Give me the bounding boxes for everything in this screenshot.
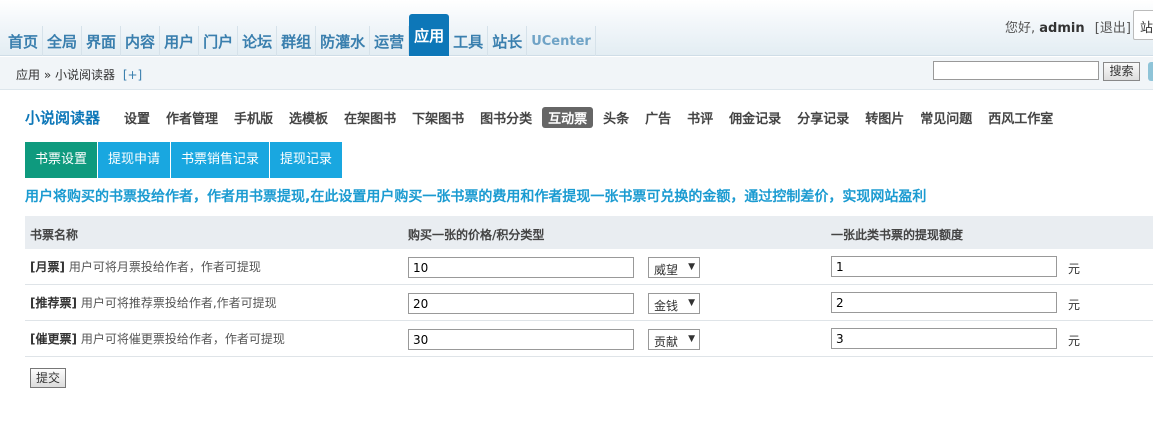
price-input[interactable]	[408, 329, 634, 350]
nav-item[interactable]: 门户	[199, 26, 239, 56]
ticket-title: [月票]	[30, 260, 65, 274]
currency-unit: 元	[1068, 262, 1081, 276]
breadcrumb-path[interactable]: 应用 » 小说阅读器	[16, 68, 115, 82]
plugin-menu-item[interactable]: 转图片	[859, 107, 910, 128]
plugin-menu-item[interactable]: 在架图书	[338, 107, 402, 128]
search-input[interactable]	[933, 61, 1099, 80]
greeting-text: 您好,	[1005, 21, 1036, 36]
credit-type-value: 贡献	[654, 335, 679, 349]
nav-item[interactable]: 防灌水	[316, 26, 371, 56]
table-header: 书票名称 购买一张的价格/积分类型 一张此类书票的提现额度	[25, 216, 1153, 249]
username: admin	[1039, 21, 1085, 36]
credit-type-value: 金钱	[654, 299, 679, 313]
add-shortcut-link[interactable]: [+]	[123, 68, 142, 82]
nav-item[interactable]: 用户	[160, 26, 200, 56]
plugin-menu-item[interactable]: 设置	[124, 107, 156, 128]
credit-type-select[interactable]: 威望 ▼	[648, 257, 700, 278]
dropdown-arrow-icon: ▼	[688, 298, 695, 308]
header-ticket-name: 书票名称	[30, 228, 79, 242]
withdraw-amount-input[interactable]	[831, 328, 1057, 349]
ticket-name: [催更票] 用户可将催更票投给作者，作者可提现	[30, 330, 285, 347]
price-input[interactable]	[408, 293, 634, 314]
credit-type-select[interactable]: 贡献 ▼	[648, 329, 700, 350]
nav-item[interactable]: 群组	[277, 26, 317, 56]
dropdown-arrow-icon: ▼	[688, 334, 695, 344]
plugin-menu-item[interactable]: 常见问题	[914, 107, 978, 128]
sub-tabs: 书票设置 提现申请 书票销售记录 提现记录	[25, 142, 343, 178]
main-nav: 首页 全局 界面 内容 用户 门户 论坛 群组 防灌水 运营 应用 工具 站长 UCenter	[4, 14, 596, 56]
credit-type-value: 威望	[654, 263, 679, 277]
user-bar: 您好, admin [退出]	[1005, 17, 1131, 36]
nav-item[interactable]: 界面	[82, 26, 122, 56]
table-row: [月票] 用户可将月票投给作者，作者可提现 威望 ▼ 元	[25, 249, 1153, 285]
table-row: [推荐票] 用户可将推荐票投给作者,作者可提现 金钱 ▼ 元	[25, 285, 1153, 321]
price-input[interactable]	[408, 257, 634, 278]
plugin-menu: 设置 作者管理 手机版 选模板 在架图书 下架图书 图书分类 互动票 头条 广告 书评 佣金记录 分享记…	[124, 107, 1063, 128]
plugin-menu-item[interactable]: 手机版	[228, 107, 279, 128]
nav-item[interactable]: UCenter	[527, 26, 596, 56]
withdraw-amount-input[interactable]	[831, 292, 1057, 313]
plugin-menu-item[interactable]: 选模板	[283, 107, 334, 128]
credit-type-select[interactable]: 金钱 ▼	[648, 293, 700, 314]
ticket-description: 用户可将推荐票投给作者,作者可提现	[80, 296, 277, 310]
plugin-menu-item[interactable]: 作者管理	[160, 107, 224, 128]
submit-button[interactable]: 提交	[30, 368, 66, 388]
sub-tab[interactable]: 提现申请	[98, 142, 171, 178]
ticket-description: 用户可将月票投给作者，作者可提现	[68, 260, 261, 274]
plugin-menu-item[interactable]: 广告	[639, 107, 677, 128]
plugin-menu-item[interactable]: 分享记录	[791, 107, 855, 128]
plugin-menu-item[interactable]: 佣金记录	[723, 107, 787, 128]
withdraw-amount-input[interactable]	[831, 256, 1057, 277]
header-price-credit: 购买一张的价格/积分类型	[408, 228, 545, 242]
plugin-menu-item[interactable]: 头条	[597, 107, 635, 128]
sub-tab[interactable]: 书票设置	[25, 142, 98, 178]
plugin-menu-item[interactable]: 西风工作室	[982, 107, 1059, 128]
ticket-settings-table: 书票名称 购买一张的价格/积分类型 一张此类书票的提现额度 [月票] 用户可将月…	[25, 216, 1153, 357]
search-button[interactable]: 搜索	[1103, 62, 1140, 81]
nav-item[interactable]: 全局	[43, 26, 83, 56]
header-withdraw-amount: 一张此类书票的提现额度	[831, 228, 964, 242]
sub-tab[interactable]: 提现记录	[270, 142, 343, 178]
currency-unit: 元	[1068, 334, 1081, 348]
ticket-name: [月票] 用户可将月票投给作者，作者可提现	[30, 258, 261, 275]
side-panel-tab[interactable]	[1148, 62, 1153, 81]
plugin-menu-item[interactable]: 互动票	[542, 107, 594, 128]
nav-item[interactable]: 站长	[488, 26, 528, 56]
dropdown-arrow-icon: ▼	[688, 262, 695, 272]
table-row: [催更票] 用户可将催更票投给作者，作者可提现 贡献 ▼ 元	[25, 321, 1153, 357]
currency-unit: 元	[1068, 298, 1081, 312]
plugin-title: 小说阅读器	[25, 109, 101, 127]
settings-notice: 用户将购买的书票投给作者，作者用书票提现,在此设置用户购买一张书票的费用和作者提…	[25, 189, 927, 205]
ticket-title: [催更票]	[30, 332, 77, 346]
site-button[interactable]: 站	[1133, 10, 1153, 40]
plugin-menu-item[interactable]: 下架图书	[406, 107, 470, 128]
nav-item[interactable]: 工具	[449, 26, 489, 56]
ticket-name: [推荐票] 用户可将推荐票投给作者,作者可提现	[30, 294, 277, 311]
plugin-menu-item[interactable]: 图书分类	[474, 107, 538, 128]
nav-item[interactable]: 首页	[4, 26, 44, 56]
nav-item[interactable]: 论坛	[238, 26, 278, 56]
nav-item[interactable]: 运营	[370, 26, 410, 56]
top-navigation: 首页 全局 界面 内容 用户 门户 论坛 群组 防灌水 运营 应用 工具 站长 UCenter 您好, a…	[0, 0, 1153, 56]
nav-item[interactable]: 内容	[121, 26, 161, 56]
ticket-description: 用户可将催更票投给作者，作者可提现	[80, 332, 285, 346]
breadcrumb: 应用 » 小说阅读器 [+]	[16, 66, 142, 83]
logout-link[interactable]: [退出]	[1095, 21, 1131, 36]
sub-tab[interactable]: 书票销售记录	[171, 142, 270, 178]
nav-item[interactable]: 应用	[409, 14, 450, 56]
plugin-menu-item[interactable]: 书评	[681, 107, 719, 128]
ticket-title: [推荐票]	[30, 296, 77, 310]
